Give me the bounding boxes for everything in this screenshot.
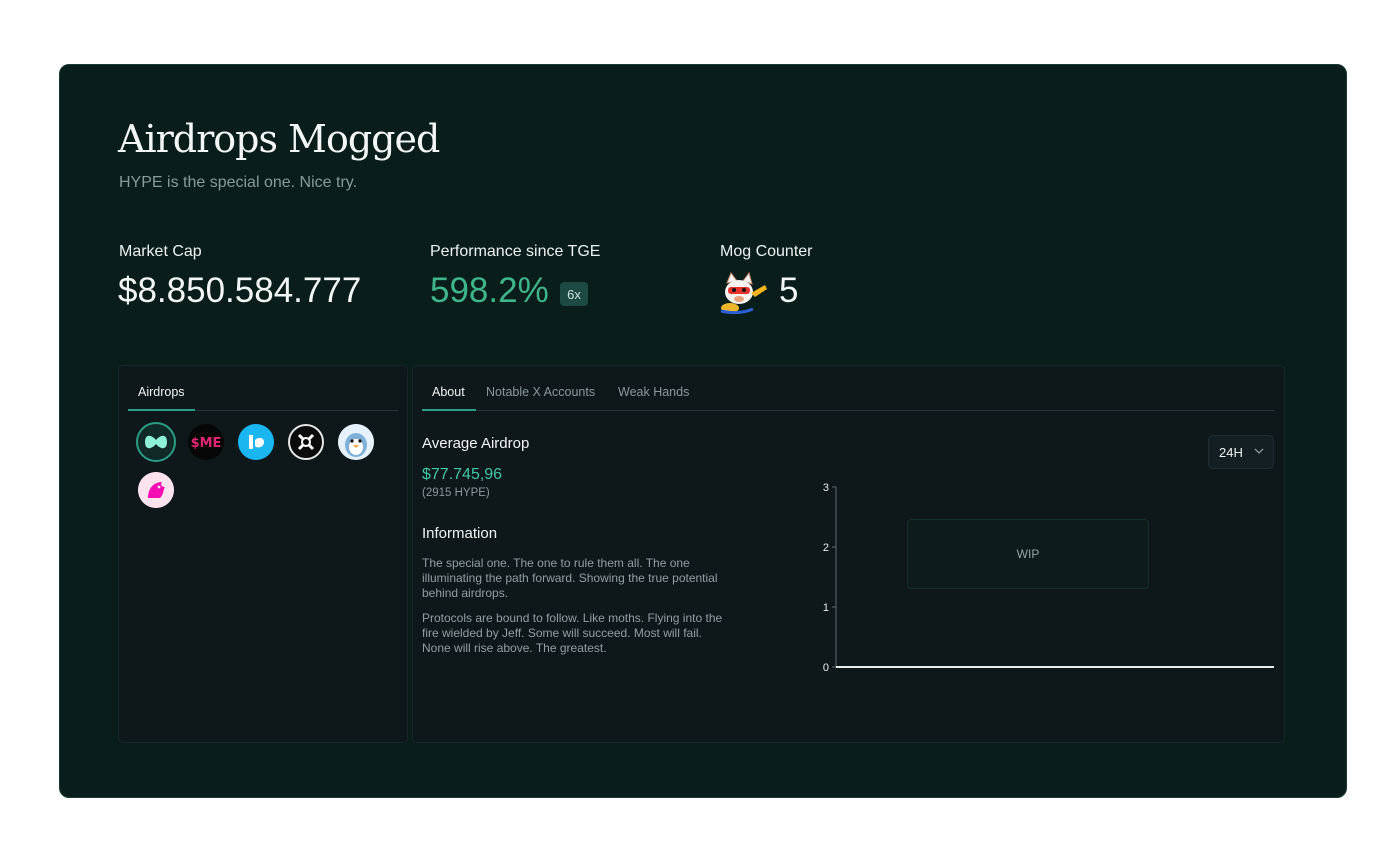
y-tick-label: 3	[823, 482, 829, 494]
y-tick-label: 2	[823, 542, 829, 554]
dashboard-card: Airdrops Mogged HYPE is the special one.…	[59, 64, 1347, 798]
airdrops-tabbar: Airdrops	[128, 366, 398, 411]
information-paragraph: The special one. The one to rule them al…	[422, 556, 718, 600]
performance-value: 598.2%	[430, 271, 549, 310]
airdrops-panel: Airdrops $ME	[118, 365, 408, 743]
magic-eden-logo-icon[interactable]: $ME	[188, 424, 224, 460]
average-airdrop-hype: (2915 HYPE)	[422, 487, 490, 499]
svg-text:$ME: $ME	[191, 436, 222, 451]
uniswap-logo-icon[interactable]	[138, 472, 174, 508]
pudgy-penguins-logo-icon[interactable]	[338, 424, 374, 460]
tab-about[interactable]: About	[432, 385, 465, 399]
tab-airdrops[interactable]: Airdrops	[138, 385, 185, 399]
information-paragraph: Protocols are bound to follow. Like moth…	[422, 611, 723, 655]
hyperliquid-logo-icon[interactable]	[136, 422, 176, 462]
mog-cat-icon	[720, 271, 767, 315]
page-title: Airdrops Mogged	[118, 117, 440, 161]
average-airdrop-title: Average Airdrop	[422, 435, 530, 452]
multiplier-badge: 6x	[560, 282, 588, 306]
tab-underline	[422, 409, 476, 411]
details-tabbar: About Notable X Accounts Weak Hands	[422, 366, 1275, 411]
wormhole-logo-icon[interactable]	[238, 424, 274, 460]
performance-label: Performance since TGE	[430, 243, 601, 260]
timeframe-value: 24H	[1219, 445, 1243, 460]
y-tick-label: 1	[823, 602, 829, 614]
tab-notable-x-accounts[interactable]: Notable X Accounts	[486, 385, 595, 399]
information-title: Information	[422, 525, 498, 542]
market-cap-label: Market Cap	[119, 243, 202, 260]
timeframe-select[interactable]: 24H	[1208, 435, 1274, 469]
starknet-logo-icon[interactable]	[288, 424, 324, 460]
tab-weak-hands[interactable]: Weak Hands	[618, 385, 689, 399]
details-panel: About Notable X Accounts Weak Hands Aver…	[412, 365, 1285, 743]
mog-counter-value: 5	[779, 271, 799, 310]
average-airdrop-value: $77.745,96	[422, 466, 503, 483]
page-subtitle: HYPE is the special one. Nice try.	[119, 174, 358, 191]
chevron-down-icon	[1254, 448, 1264, 454]
chart-wip-overlay: WIP	[907, 519, 1149, 589]
mog-counter-label: Mog Counter	[720, 243, 813, 260]
tab-underline	[128, 409, 195, 411]
market-cap-value: $8.850.584.777	[118, 271, 362, 310]
y-tick-label: 0	[823, 662, 829, 674]
